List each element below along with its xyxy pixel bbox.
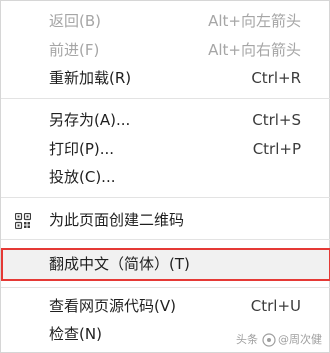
watermark-platform: 头条 — [236, 333, 258, 346]
menu-item-back: 返回(B) Alt+向左箭头 — [1, 6, 330, 37]
menu-item-reload[interactable]: 重新加载(R) Ctrl+R — [1, 63, 330, 94]
menu-item-forward-shortcut: Alt+向右箭头 — [208, 41, 301, 59]
menu-item-create-qr-code-label: 为此页面创建二维码 — [49, 211, 185, 229]
menu-item-print[interactable]: 打印(P)... Ctrl+P — [1, 134, 330, 165]
menu-separator — [1, 287, 330, 288]
context-menu: 返回(B) Alt+向左箭头 前进(F) Alt+向右箭头 重新加载(R) Ct… — [0, 0, 330, 353]
menu-item-reload-label: 重新加载(R) — [49, 69, 132, 87]
menu-item-view-source-shortcut: Ctrl+U — [250, 297, 301, 315]
menu-item-reload-shortcut: Ctrl+R — [251, 69, 301, 87]
menu-separator — [1, 197, 330, 198]
menu-item-translate[interactable]: 翻成中文（简体）(T) — [1, 248, 330, 281]
menu-item-back-label: 返回(B) — [49, 12, 101, 30]
menu-item-view-source-label: 查看网页源代码(V) — [49, 297, 176, 315]
qr-code-icon — [15, 213, 31, 229]
toutiao-logo-icon — [262, 333, 276, 347]
menu-item-cast[interactable]: 投放(C)... — [1, 162, 330, 193]
menu-item-forward: 前进(F) Alt+向右箭头 — [1, 35, 330, 66]
menu-item-save-as-label: 另存为(A)... — [49, 111, 131, 129]
menu-item-save-as[interactable]: 另存为(A)... Ctrl+S — [1, 105, 330, 136]
menu-item-view-source[interactable]: 查看网页源代码(V) Ctrl+U — [1, 291, 330, 322]
menu-item-forward-label: 前进(F) — [49, 41, 100, 59]
menu-separator — [1, 239, 330, 240]
menu-item-create-qr-code[interactable]: 为此页面创建二维码 — [1, 205, 330, 236]
menu-separator — [1, 98, 330, 99]
watermark-author: @周次健 — [278, 333, 322, 346]
menu-item-back-shortcut: Alt+向左箭头 — [208, 12, 301, 30]
menu-item-translate-label: 翻成中文（简体）(T) — [49, 255, 190, 273]
menu-item-print-shortcut: Ctrl+P — [252, 140, 301, 158]
menu-item-inspect-label: 检查(N) — [49, 325, 102, 343]
menu-item-cast-label: 投放(C)... — [49, 168, 116, 186]
menu-item-print-label: 打印(P)... — [49, 140, 115, 158]
menu-item-save-as-shortcut: Ctrl+S — [252, 111, 301, 129]
watermark: 头条 @周次健 — [236, 333, 322, 347]
